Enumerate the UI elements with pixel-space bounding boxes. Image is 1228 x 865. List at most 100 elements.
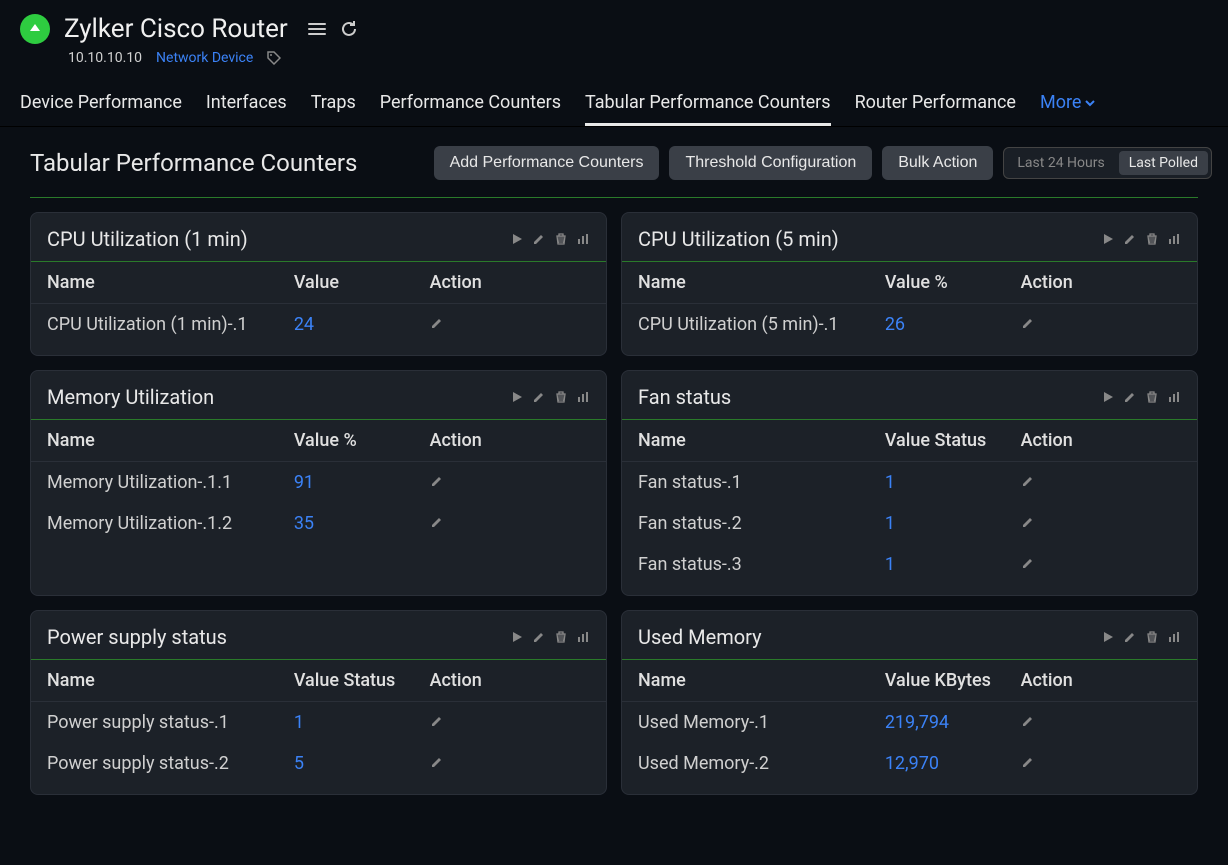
chart-icon[interactable]	[576, 390, 590, 404]
edit-icon[interactable]	[1021, 714, 1035, 728]
panel-title: Memory Utilization	[47, 385, 214, 409]
table-row: Fan status-.11	[622, 462, 1197, 503]
panel-actions	[510, 232, 590, 246]
tabs-nav: Device Performance Interfaces Traps Perf…	[0, 74, 1228, 127]
panel-header: Power supply status	[31, 625, 606, 660]
time-last-polled-option[interactable]: Last Polled	[1119, 151, 1208, 175]
threshold-config-button[interactable]: Threshold Configuration	[669, 146, 872, 180]
edit-icon[interactable]	[532, 630, 546, 644]
chart-icon[interactable]	[1167, 232, 1181, 246]
tab-performance-counters[interactable]: Performance Counters	[380, 92, 561, 126]
table-row: Memory Utilization-.1.191	[31, 462, 606, 503]
panel-header: CPU Utilization (1 min)	[31, 227, 606, 262]
chart-icon[interactable]	[1167, 390, 1181, 404]
tag-icon[interactable]	[267, 51, 281, 65]
edit-icon[interactable]	[1021, 316, 1035, 330]
edit-icon[interactable]	[1021, 755, 1035, 769]
table-header-row: NameValue %Action	[622, 262, 1197, 304]
chart-icon[interactable]	[576, 630, 590, 644]
device-type-link[interactable]: Network Device	[156, 50, 253, 66]
table-row: Fan status-.31	[622, 544, 1197, 585]
tab-tabular-performance-counters[interactable]: Tabular Performance Counters	[585, 92, 831, 126]
panel-header: Memory Utilization	[31, 385, 606, 420]
more-label: More	[1040, 92, 1081, 113]
play-icon[interactable]	[510, 390, 524, 404]
counter-value: 5	[294, 753, 430, 774]
table-row: Power supply status-.25	[31, 743, 606, 784]
table-row: Power supply status-.11	[31, 702, 606, 743]
edit-icon[interactable]	[532, 390, 546, 404]
action-cell	[1021, 753, 1181, 774]
column-header: Action	[430, 670, 590, 691]
tab-more[interactable]: More	[1040, 92, 1095, 126]
column-header: Value %	[885, 272, 1021, 293]
delete-icon[interactable]	[554, 390, 568, 404]
column-header: Action	[1021, 430, 1181, 451]
play-icon[interactable]	[1101, 232, 1115, 246]
edit-icon[interactable]	[1123, 630, 1137, 644]
edit-icon[interactable]	[532, 232, 546, 246]
counter-value: 1	[294, 712, 430, 733]
device-ip: 10.10.10.10	[68, 50, 142, 66]
table-row: Used Memory-.212,970	[622, 743, 1197, 784]
counter-name: Fan status-.2	[638, 513, 885, 534]
tab-traps[interactable]: Traps	[311, 92, 356, 126]
play-icon[interactable]	[510, 630, 524, 644]
delete-icon[interactable]	[554, 630, 568, 644]
edit-icon[interactable]	[1021, 515, 1035, 529]
chart-icon[interactable]	[1167, 630, 1181, 644]
time-24h-option[interactable]: Last 24 Hours	[1007, 151, 1114, 175]
counter-value: 1	[885, 554, 1021, 575]
panels-grid: CPU Utilization (1 min)NameValueActionCP…	[16, 212, 1212, 795]
edit-icon[interactable]	[430, 474, 444, 488]
counter-panel: Memory Utilization NameValue %ActionMemor…	[30, 370, 607, 596]
play-icon[interactable]	[1101, 630, 1115, 644]
edit-icon[interactable]	[1123, 232, 1137, 246]
edit-icon[interactable]	[430, 755, 444, 769]
action-cell	[430, 712, 590, 733]
column-header: Name	[47, 272, 294, 293]
column-header: Value Status	[294, 670, 430, 691]
counter-name: Power supply status-.2	[47, 753, 294, 774]
column-header: Value KBytes	[885, 670, 1021, 691]
counter-value: 219,794	[885, 712, 1021, 733]
delete-icon[interactable]	[554, 232, 568, 246]
play-icon[interactable]	[1101, 390, 1115, 404]
delete-icon[interactable]	[1145, 232, 1159, 246]
counter-table: NameValue %ActionCPU Utilization (5 min)…	[622, 262, 1197, 345]
panel-header: Fan status	[622, 385, 1197, 420]
column-header: Action	[430, 272, 590, 293]
panel-actions	[510, 630, 590, 644]
edit-icon[interactable]	[430, 714, 444, 728]
tab-device-performance[interactable]: Device Performance	[20, 92, 182, 126]
edit-icon[interactable]	[430, 515, 444, 529]
edit-icon[interactable]	[1021, 474, 1035, 488]
edit-icon[interactable]	[1123, 390, 1137, 404]
page-title: Tabular Performance Counters	[16, 141, 424, 185]
content-area: Tabular Performance Counters Add Perform…	[0, 127, 1228, 809]
add-counters-button[interactable]: Add Performance Counters	[434, 146, 660, 180]
chart-icon[interactable]	[576, 232, 590, 246]
counter-panel: Power supply statusNameValue StatusActio…	[30, 610, 607, 795]
action-cell	[1021, 513, 1181, 534]
counter-value: 12,970	[885, 753, 1021, 774]
table-row: CPU Utilization (5 min)-.126	[622, 304, 1197, 345]
refresh-icon[interactable]	[338, 18, 360, 40]
table-header-row: NameValueAction	[31, 262, 606, 304]
edit-icon[interactable]	[430, 316, 444, 330]
menu-icon[interactable]	[306, 18, 328, 40]
delete-icon[interactable]	[1145, 630, 1159, 644]
table-header-row: NameValue %Action	[31, 420, 606, 462]
counter-table: NameValue StatusActionFan status-.11Fan …	[622, 420, 1197, 585]
delete-icon[interactable]	[1145, 390, 1159, 404]
title-row: Zylker Cisco Router	[20, 14, 1208, 44]
table-header-row: NameValue StatusAction	[31, 660, 606, 702]
action-cell	[430, 513, 590, 534]
table-row: CPU Utilization (1 min)-.124	[31, 304, 606, 345]
tab-interfaces[interactable]: Interfaces	[206, 92, 287, 126]
tab-router-performance[interactable]: Router Performance	[855, 92, 1016, 126]
panel-actions	[510, 390, 590, 404]
bulk-action-button[interactable]: Bulk Action	[882, 146, 993, 180]
edit-icon[interactable]	[1021, 556, 1035, 570]
play-icon[interactable]	[510, 232, 524, 246]
